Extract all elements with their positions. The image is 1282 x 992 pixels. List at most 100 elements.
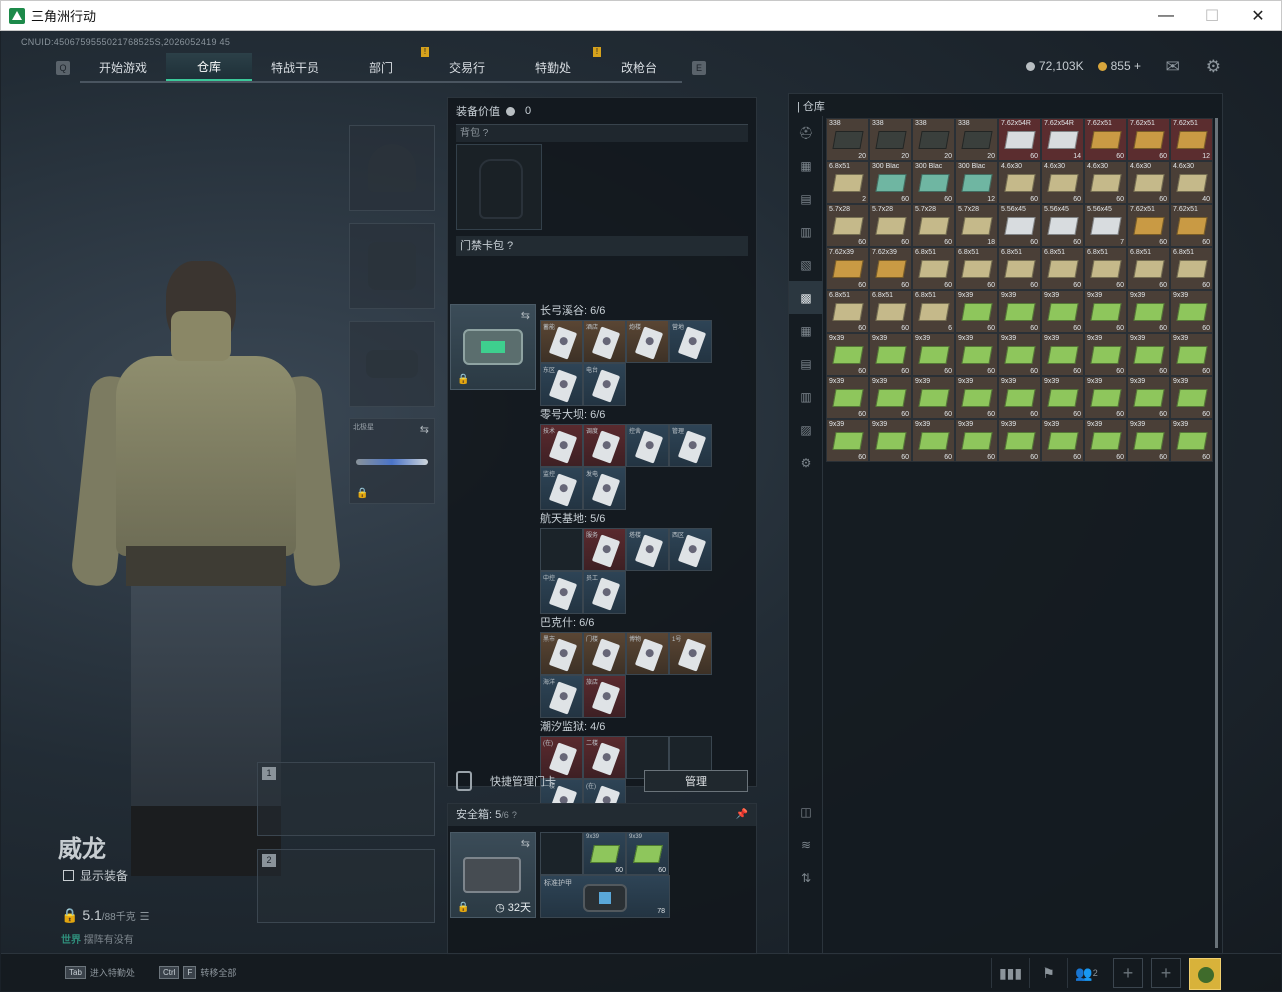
warehouse-scrollbar[interactable] [1215,118,1218,948]
melee-slot[interactable]: 北极星 ⇆ 🔒 [349,418,435,504]
keycard-slot[interactable]: 塔楼 [626,528,669,571]
warehouse-item[interactable]: 6.8x51 60 [1041,247,1084,290]
warehouse-item[interactable]: 9x39 60 [1170,419,1213,462]
warehouse-item[interactable]: 9x39 60 [912,333,955,376]
hint-special-ops[interactable]: Tab 进入特勤处 [65,966,135,979]
hint-transfer-all[interactable]: Ctrl F 转移全部 [159,966,236,979]
warehouse-item[interactable]: 9x39 60 [1127,290,1170,333]
keycard-slot[interactable]: 旅店 [583,675,626,718]
maximize-button[interactable]: ☐ [1189,1,1235,31]
filter-icon[interactable]: ▦ [789,314,823,347]
warehouse-item[interactable]: 300 Blac 12 [955,161,998,204]
warehouse-item[interactable]: 5.7x28 60 [912,204,955,247]
party-icon[interactable]: 👥 2 [1067,958,1105,988]
keycard-slot[interactable]: 员工 [583,571,626,614]
warehouse-item[interactable]: 9x39 60 [826,333,869,376]
warehouse-item[interactable]: 6.8x51 60 [955,247,998,290]
warehouse-item[interactable]: 7.62x51 60 [1127,118,1170,161]
warehouse-item[interactable]: 6.8x51 60 [1084,247,1127,290]
keycard-slot[interactable]: 电台 [583,363,626,406]
backpack-slot[interactable] [456,144,542,230]
keycard-slot[interactable]: 管理 [669,424,712,467]
close-button[interactable]: ✕ [1235,1,1281,31]
pistol-slot[interactable] [349,321,435,407]
keycard-slot[interactable]: 炮楼 [626,320,669,363]
keycard-slot[interactable]: 门楼 [583,632,626,675]
swap-icon[interactable]: ⇆ [521,309,530,322]
keycard-slot-empty[interactable] [540,528,583,571]
primary-weapon-slot[interactable]: 1 [257,762,435,836]
warehouse-item[interactable]: 7.62x39 60 [826,247,869,290]
warehouse-item[interactable]: 7.62x51 60 [1127,204,1170,247]
warehouse-item[interactable]: 9x39 60 [826,376,869,419]
warehouse-item[interactable]: 9x39 60 [912,376,955,419]
add-currency-button[interactable]: + [1134,59,1141,73]
warehouse-item[interactable]: 6.8x51 60 [912,247,955,290]
warehouse-item[interactable]: 5.7x28 60 [826,204,869,247]
tab-4[interactable]: 交易行 [424,53,510,81]
warehouse-item[interactable]: 6.8x51 60 [869,290,912,333]
warehouse-item[interactable]: 9x39 60 [955,376,998,419]
warehouse-item[interactable]: 9x39 60 [955,290,998,333]
safebox-item[interactable]: 9x39 60 [626,832,669,875]
warehouse-item[interactable]: 9x39 60 [1170,376,1213,419]
warehouse-item[interactable]: 6.8x51 2 [826,161,869,204]
armor-slot[interactable] [349,223,435,309]
swap-icon[interactable]: ⇆ [521,837,530,850]
keycard-slot[interactable]: 东区 [540,363,583,406]
warehouse-item[interactable]: 300 Blac 60 [912,161,955,204]
keycard-slot[interactable]: 蓄能 [540,320,583,363]
warehouse-item[interactable]: 9x39 60 [1127,419,1170,462]
warehouse-item[interactable]: 5.56x45 60 [1041,204,1084,247]
secondary-weapon-slot[interactable]: 2 [257,849,435,923]
keycard-slot[interactable]: 黑市 [540,632,583,675]
tab-2[interactable]: 特战干员 [252,53,338,81]
flag-icon[interactable]: ⚑ [1029,958,1067,988]
warehouse-item[interactable]: 9x39 60 [1041,419,1084,462]
warehouse-item[interactable]: 6.8x51 6 [912,290,955,333]
warehouse-item[interactable]: 9x39 60 [1041,290,1084,333]
filter-icon[interactable]: ▨ [789,413,823,446]
minimize-button[interactable]: — [1143,1,1189,31]
filter-icon[interactable]: ▥ [789,215,823,248]
warehouse-item[interactable]: 5.56x45 7 [1084,204,1127,247]
filter-icon[interactable]: ▤ [789,182,823,215]
keycard-slot[interactable]: 西区 [669,528,712,571]
warehouse-item[interactable]: 9x39 60 [1170,290,1213,333]
helmet-filter-icon[interactable]: ⛑ [789,116,823,149]
warehouse-item[interactable]: 6.8x51 60 [998,247,1041,290]
warehouse-item[interactable]: 9x39 60 [1084,419,1127,462]
nav-next-key[interactable]: E [692,61,706,75]
warehouse-item[interactable]: 7.62x51 60 [1084,118,1127,161]
avatar[interactable] [1189,958,1221,990]
warehouse-item[interactable]: 338 20 [826,118,869,161]
keycard-slot[interactable]: 营地 [669,320,712,363]
warehouse-item[interactable]: 7.62x51 12 [1170,118,1213,161]
layers-icon[interactable]: ≋ [789,828,823,861]
warehouse-item[interactable]: 5.56x45 60 [998,204,1041,247]
keycard-slot[interactable]: 发电 [583,467,626,510]
keycard-slot[interactable]: 酒店 [583,320,626,363]
warehouse-item[interactable]: 9x39 60 [1127,333,1170,376]
settings-icon[interactable]: ⚙ [789,446,823,479]
safebox-armor-item[interactable]: 标准护甲 78 [540,875,670,918]
show-equipment-toggle[interactable]: 显示装备 [63,867,128,884]
keycard-case[interactable]: ⇆ 🔒 [450,304,536,390]
keycard-slot[interactable]: 中控 [540,571,583,614]
tab-0[interactable]: 开始游戏 [80,53,166,81]
warehouse-item[interactable]: 4.6x30 60 [1084,161,1127,204]
nav-prev-key[interactable]: Q [56,61,70,75]
warehouse-item[interactable]: 5.7x28 60 [869,204,912,247]
filter-icon[interactable]: ▦ [789,149,823,182]
safebox-item[interactable]: 9x39 60 [583,832,626,875]
keycard-slot[interactable]: 博物 [626,632,669,675]
warehouse-item[interactable]: 9x39 60 [1170,333,1213,376]
mail-icon[interactable]: ✉ [1166,57,1180,77]
manage-button[interactable]: 管理 [644,770,748,792]
warehouse-item[interactable]: 6.8x51 60 [826,290,869,333]
capture-icon[interactable]: ◫ [789,795,823,828]
tab-3[interactable]: 部门! [338,47,429,81]
warehouse-item[interactable]: 7.62x54R 14 [1041,118,1084,161]
tab-5[interactable]: 特勤处! [510,47,601,81]
safebox-cell-empty[interactable] [540,832,583,875]
